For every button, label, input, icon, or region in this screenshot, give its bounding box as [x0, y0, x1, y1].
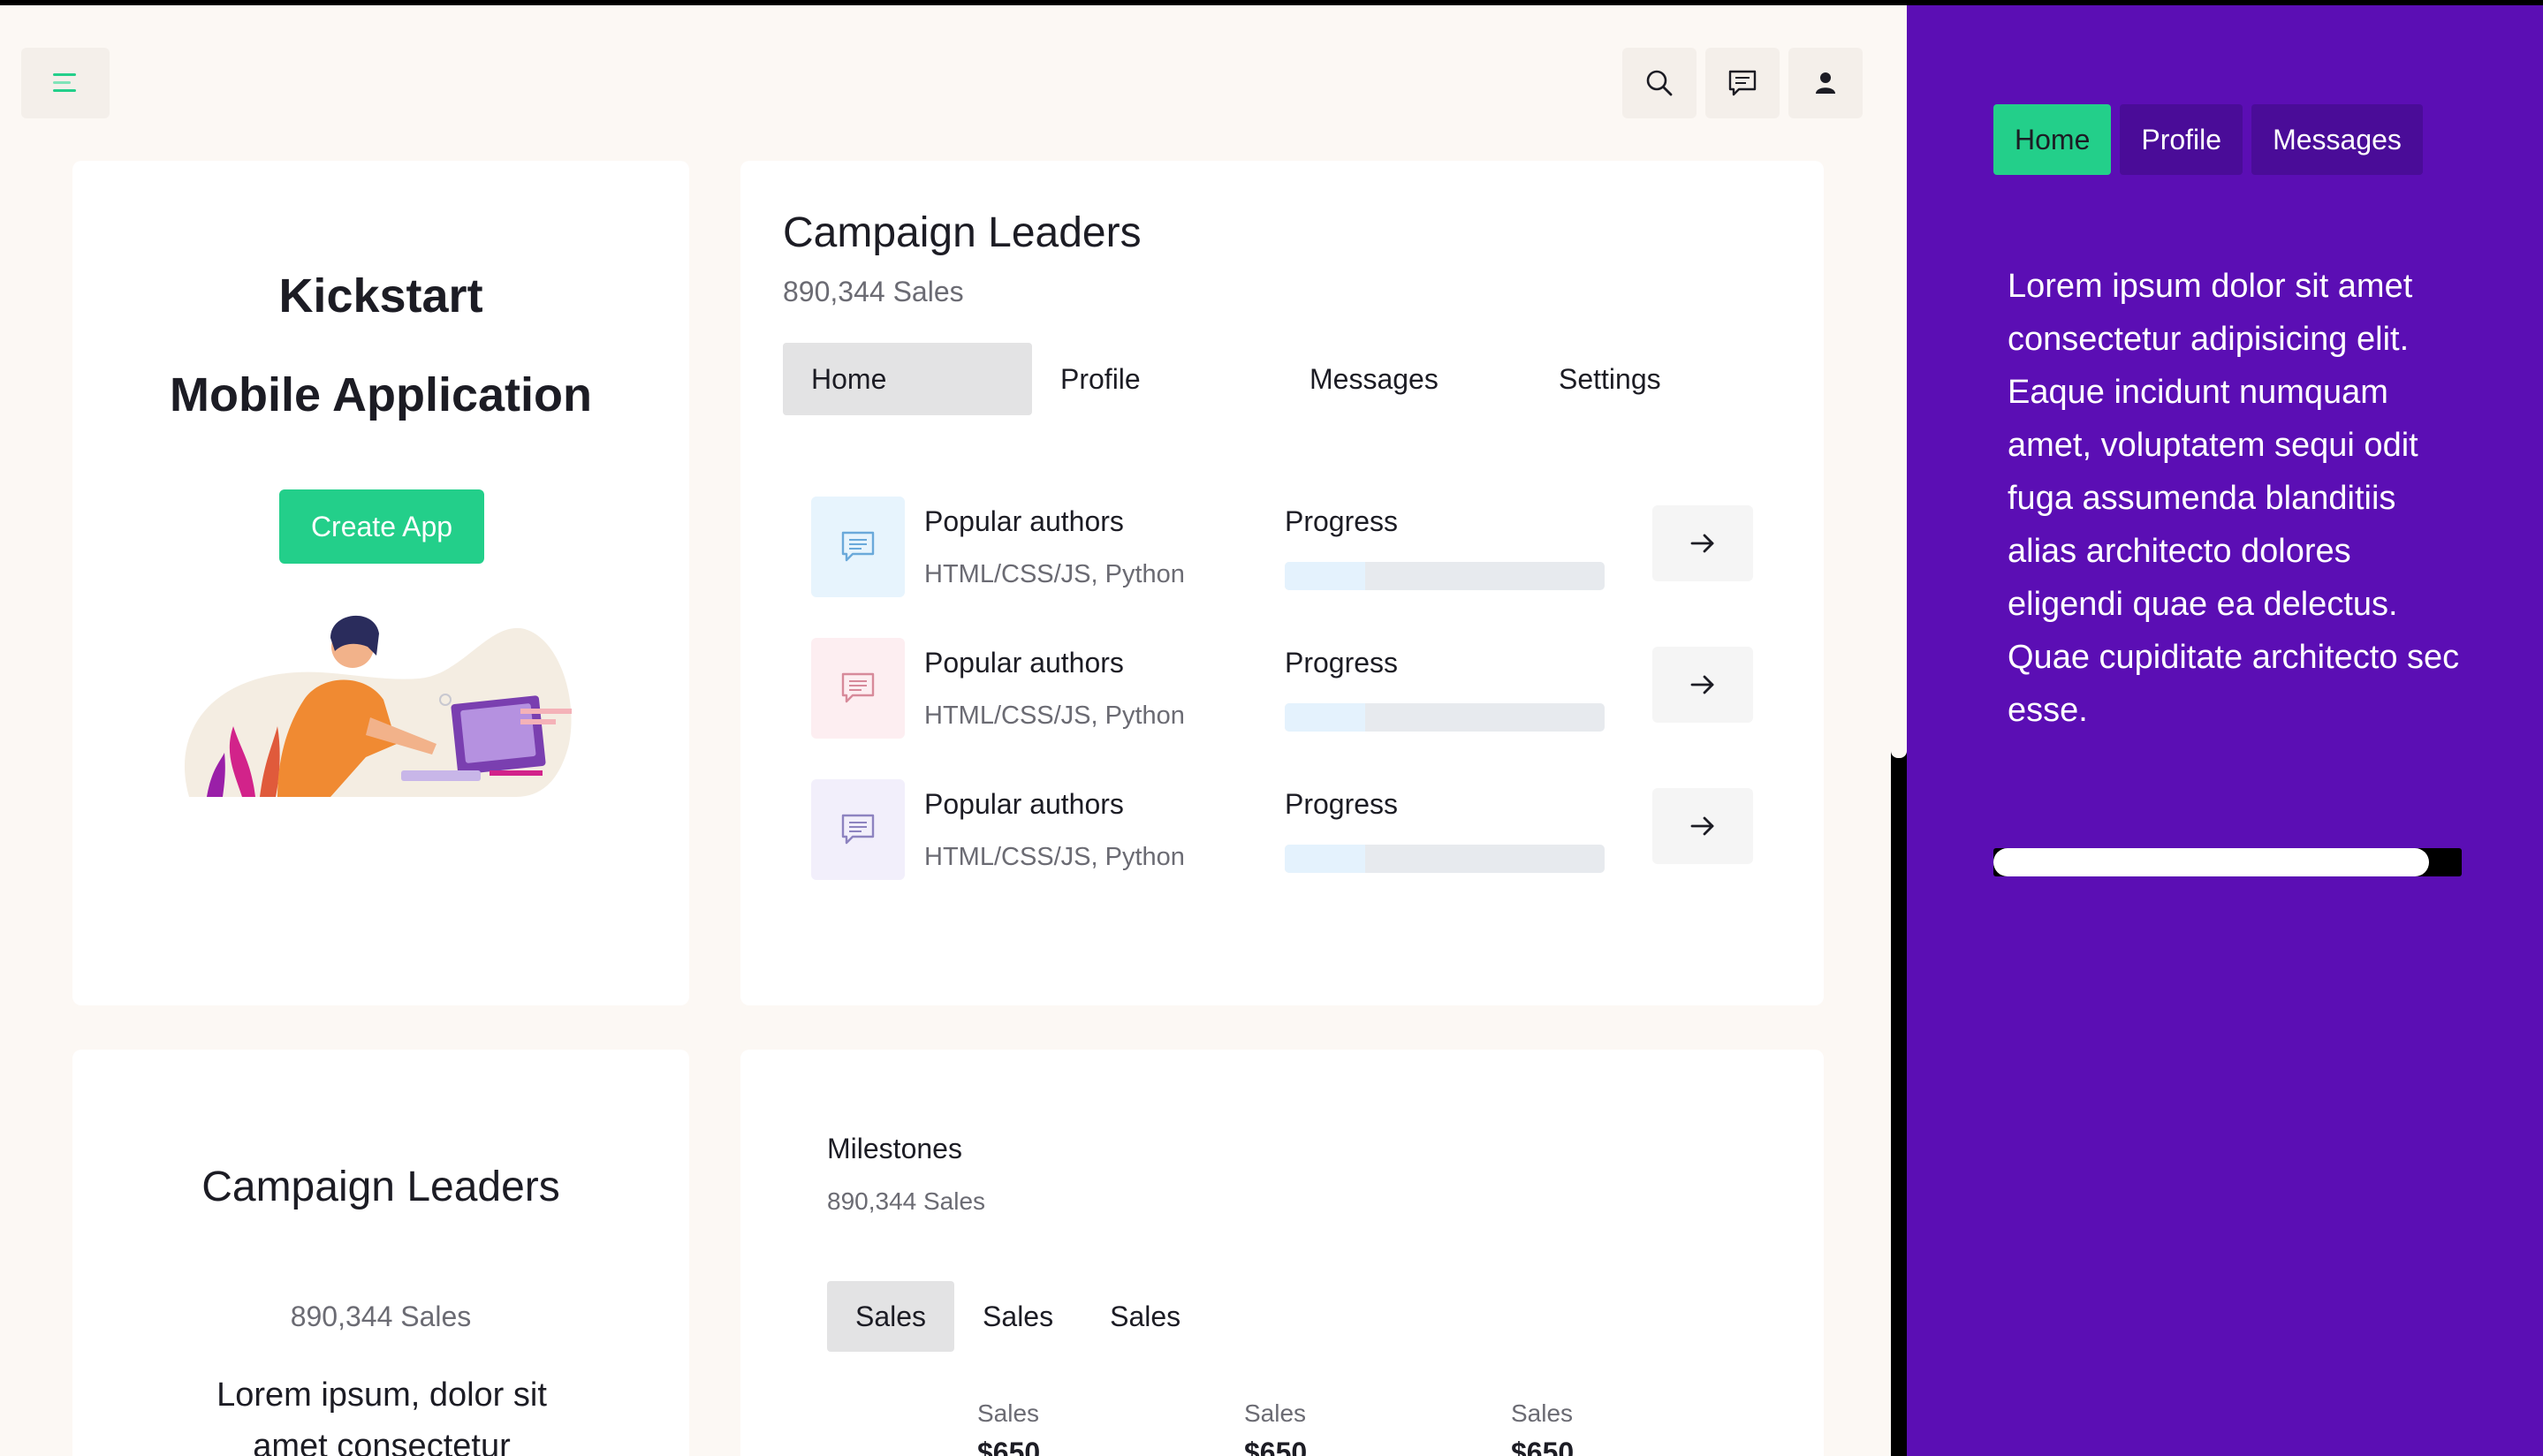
tab-messages[interactable]: Messages — [1281, 343, 1530, 415]
row-arrow-button[interactable] — [1652, 647, 1753, 723]
leaders-subtitle: 890,344 Sales — [290, 1301, 472, 1332]
row-subtitle: HTML/CSS/JS, Python — [924, 560, 1185, 588]
progress-bar — [1285, 845, 1605, 873]
menu-button[interactable] — [21, 48, 110, 118]
progress-fill — [1285, 562, 1365, 590]
panel-text-line: amet, voluptatem sequi odit — [2008, 427, 2418, 464]
progress-bar — [1285, 562, 1605, 590]
chat-icon — [1728, 70, 1757, 96]
row-arrow-button[interactable] — [1652, 788, 1753, 864]
stat-value: $650 — [1244, 1437, 1308, 1456]
tab-sales[interactable]: Sales — [954, 1281, 1082, 1352]
stat-label: Sales — [977, 1399, 1040, 1427]
tab-settings[interactable]: Settings — [1530, 343, 1780, 415]
message-icon-box — [811, 497, 905, 597]
panel-tab-profile[interactable]: Profile — [2120, 104, 2243, 175]
row-title: Popular authors — [924, 647, 1124, 679]
tab-home[interactable]: Home — [783, 343, 1032, 415]
row-title: Popular authors — [924, 505, 1124, 537]
panel-tab-messages[interactable]: Messages — [2251, 104, 2423, 175]
search-icon — [1646, 70, 1673, 96]
create-app-button[interactable]: Create App — [279, 489, 484, 564]
campaign-title: Campaign Leaders — [783, 209, 1142, 256]
milestones-title: Milestones — [827, 1133, 962, 1164]
main-content: Kickstart Mobile Application Create App … — [0, 5, 1891, 1456]
kickstart-subheading: Mobile Application — [170, 368, 592, 421]
panel-text-line: alias architecto dolores — [2008, 533, 2351, 570]
panel-gap — [1891, 758, 1907, 1456]
list-item: Popular authors HTML/CSS/JS, Python Prog… — [811, 497, 1792, 599]
sales-stat: Sales $650 — [977, 1399, 1040, 1456]
stat-value: $650 — [1511, 1437, 1575, 1456]
progress-label: Progress — [1285, 647, 1399, 679]
sales-stat: Sales $650 — [1511, 1399, 1574, 1456]
arrow-right-icon — [1690, 534, 1714, 553]
kickstart-card: Kickstart Mobile Application Create App — [72, 161, 689, 1005]
panel-text-line: consectetur adipisicing elit. — [2008, 321, 2410, 358]
progress-label: Progress — [1285, 505, 1399, 537]
leaders-title: Campaign Leaders — [201, 1164, 560, 1210]
row-title: Popular authors — [924, 788, 1124, 820]
campaign-subtitle: 890,344 Sales — [783, 276, 964, 307]
row-arrow-button[interactable] — [1652, 505, 1753, 581]
panel-text-line: eligendi quae ea delectus. — [2008, 586, 2398, 623]
side-panel: Home Profile Messages Lorem ipsum dolor … — [1907, 5, 2543, 1456]
milestones-card: Milestones 890,344 Sales Sales Sales Sal… — [740, 1050, 1824, 1456]
progress-label: Progress — [1285, 788, 1399, 820]
stat-value: $650 — [977, 1437, 1041, 1456]
campaign-tabs: Home Profile Messages Settings — [783, 343, 1780, 415]
progress-fill — [1285, 845, 1365, 873]
panel-text-line: Quae cupiditate architecto sec — [2008, 639, 2460, 676]
sales-stat: Sales $650 — [1244, 1399, 1307, 1456]
user-button[interactable] — [1788, 48, 1863, 118]
message-icon-box — [811, 779, 905, 880]
arrow-right-icon — [1690, 675, 1714, 694]
panel-tabs: Home Profile Messages — [1993, 104, 2432, 175]
message-icon — [841, 672, 875, 703]
user-icon — [1816, 72, 1835, 94]
message-icon — [841, 531, 875, 562]
tab-profile[interactable]: Profile — [1032, 343, 1281, 415]
message-icon — [841, 814, 875, 845]
search-button[interactable] — [1622, 48, 1697, 118]
list-item: Popular authors HTML/CSS/JS, Python Prog… — [811, 638, 1792, 740]
milestones-subtitle: 890,344 Sales — [827, 1187, 986, 1215]
panel-progress-fill — [1993, 848, 2429, 876]
panel-text: Lorem ipsum dolor sit amet consectetur a… — [2008, 260, 2502, 737]
messages-button[interactable] — [1705, 48, 1780, 118]
panel-text-line: Eaque incidunt numquam — [2008, 374, 2388, 411]
scrollbar[interactable] — [1891, 5, 1907, 758]
person-at-computer-illustration — [184, 615, 572, 797]
hamburger-icon — [53, 73, 76, 92]
arrow-right-icon — [1690, 816, 1714, 836]
campaign-leaders-card: Campaign Leaders 890,344 Sales Home Prof… — [740, 161, 1824, 1005]
row-subtitle: HTML/CSS/JS, Python — [924, 843, 1185, 871]
progress-fill — [1285, 703, 1365, 732]
panel-text-line: fuga assumenda blanditiis — [2008, 480, 2396, 517]
progress-bar — [1285, 703, 1605, 732]
row-subtitle: HTML/CSS/JS, Python — [924, 701, 1185, 730]
message-icon-box — [811, 638, 905, 739]
list-item: Popular authors HTML/CSS/JS, Python Prog… — [811, 779, 1792, 882]
leaders-summary-card: Campaign Leaders 890,344 Sales Lorem ips… — [72, 1050, 689, 1456]
tab-sales[interactable]: Sales — [1082, 1281, 1209, 1352]
tab-sales[interactable]: Sales — [827, 1281, 955, 1352]
panel-text-line: Lorem ipsum dolor sit amet — [2008, 268, 2413, 305]
panel-progress-track — [1993, 848, 2462, 876]
panel-tab-home[interactable]: Home — [1993, 104, 2112, 175]
kickstart-heading: Kickstart — [278, 269, 483, 322]
stat-label: Sales — [1511, 1399, 1574, 1427]
milestones-tabs: Sales Sales Sales — [827, 1281, 1209, 1352]
panel-text-line: esse. — [2008, 692, 2088, 729]
leaders-body: Lorem ipsum, dolor sit amet consectetur — [216, 1376, 547, 1456]
stat-label: Sales — [1244, 1399, 1307, 1427]
